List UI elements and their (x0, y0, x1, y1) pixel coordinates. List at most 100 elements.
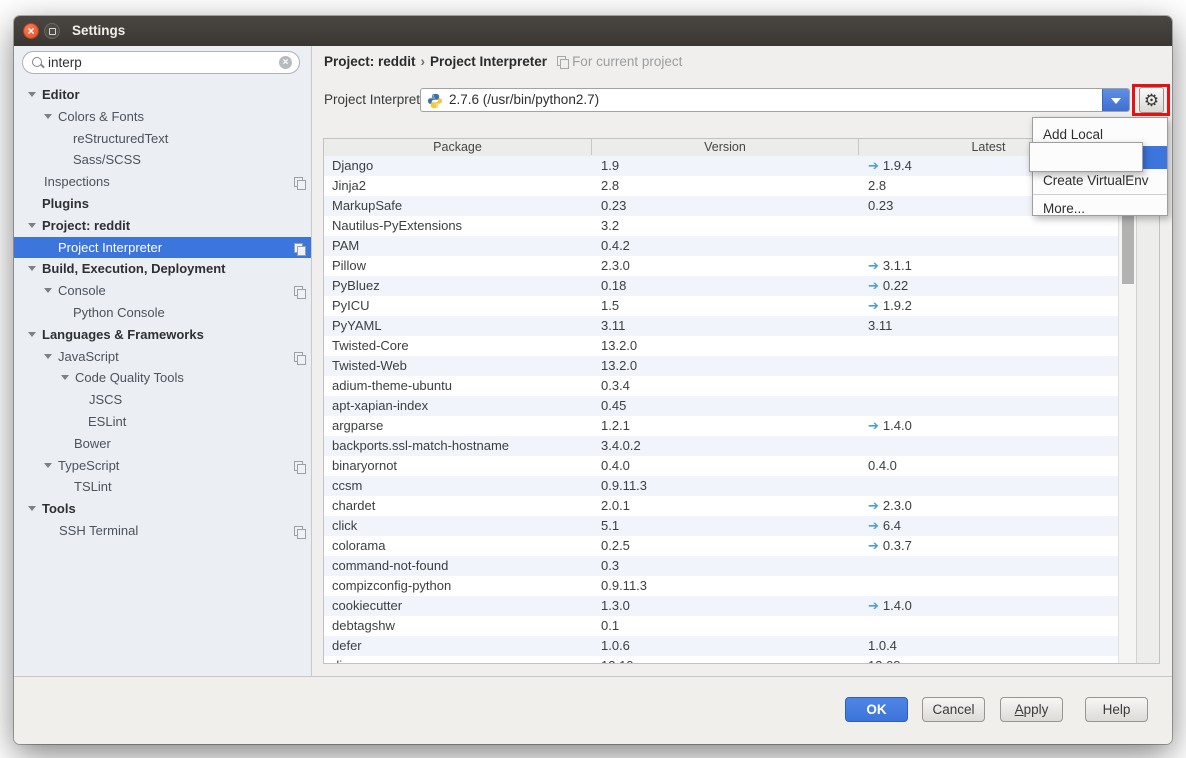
sidebar-item-languages-frameworks[interactable]: Languages & Frameworks (14, 324, 311, 346)
latest-cell: ➔1.9.2 (868, 296, 912, 317)
menu-item-create-virtualenv[interactable]: Create VirtualEnv (1033, 169, 1167, 192)
maximize-window-icon[interactable] (44, 23, 60, 39)
table-row[interactable]: PAM0.4.2 (324, 236, 1118, 256)
table-row[interactable]: cookiecutter1.3.0➔1.4.0 (324, 596, 1118, 616)
table-row[interactable]: debtagshw0.1 (324, 616, 1118, 636)
expand-arrow-icon[interactable] (28, 266, 36, 271)
table-row[interactable]: click5.1➔6.4 (324, 516, 1118, 536)
sidebar-item-project-interpreter[interactable]: Project Interpreter (14, 237, 311, 259)
table-row[interactable]: backports.ssl-match-hostname3.4.0.2 (324, 436, 1118, 456)
latest-cell: ➔1.4.0 (868, 596, 912, 617)
table-row[interactable]: Django1.9➔1.9.4 (324, 156, 1118, 176)
breadcrumb-note: For current project (572, 54, 682, 69)
sidebar-item-ssh-terminal[interactable]: SSH Terminal (14, 520, 311, 542)
search-input[interactable]: interp (48, 52, 82, 73)
sidebar-item-bower[interactable]: Bower (14, 433, 311, 455)
version-cell: 1.5 (601, 296, 619, 316)
expand-arrow-icon[interactable] (61, 375, 69, 380)
sidebar-item-plugins[interactable]: Plugins (14, 193, 311, 215)
menu-item-add-local[interactable]: Add Local (1033, 123, 1167, 146)
table-row[interactable]: chardet2.0.1➔2.3.0 (324, 496, 1118, 516)
combo-dropdown-arrow-icon[interactable] (1102, 89, 1129, 111)
expand-arrow-icon[interactable] (28, 92, 36, 97)
sidebar-item-build-execution-deployment[interactable]: Build, Execution, Deployment (14, 258, 311, 280)
package-name-cell: PyYAML (332, 316, 382, 336)
table-scrollbar[interactable] (1118, 156, 1137, 663)
expand-arrow-icon[interactable] (28, 332, 36, 337)
override-copy-icon (294, 461, 303, 471)
table-body: Django1.9➔1.9.4Jinja22.82.8MarkupSafe0.2… (324, 156, 1118, 664)
cancel-button[interactable]: Cancel (922, 697, 985, 722)
table-row[interactable]: MarkupSafe0.230.23 (324, 196, 1118, 216)
table-row[interactable]: command-not-found0.3 (324, 556, 1118, 576)
table-row[interactable]: PyICU1.5➔1.9.2 (324, 296, 1118, 316)
table-row[interactable]: Twisted-Core13.2.0 (324, 336, 1118, 356)
table-row[interactable]: Jinja22.82.8 (324, 176, 1118, 196)
apply-button[interactable]: Apply (1000, 697, 1063, 722)
interpreter-select[interactable]: 2.7.6 (/usr/bin/python2.7) (420, 88, 1130, 112)
expand-arrow-icon[interactable] (44, 463, 52, 468)
sidebar-item-restructuredtext[interactable]: reStructuredText (14, 128, 311, 150)
sidebar-item-javascript[interactable]: JavaScript (14, 346, 311, 368)
table-row[interactable]: Nautilus-PyExtensions3.2 (324, 216, 1118, 236)
table-row[interactable]: binaryornot0.4.00.4.0 (324, 456, 1118, 476)
latest-cell: ➔2.3.0 (868, 496, 912, 517)
table-row[interactable]: PyBluez0.18➔0.22 (324, 276, 1118, 296)
expand-arrow-icon[interactable] (44, 288, 52, 293)
sidebar-item-label: Editor (42, 87, 80, 102)
table-row[interactable]: defer1.0.61.0.4 (324, 636, 1118, 656)
table-row[interactable]: apt-xapian-index0.45 (324, 396, 1118, 416)
package-name-cell: argparse (332, 416, 383, 436)
table-row[interactable]: colorama0.2.5➔0.3.7 (324, 536, 1118, 556)
table-row[interactable]: ccsm0.9.11.3 (324, 476, 1118, 496)
interpreter-value: 2.7.6 (/usr/bin/python2.7) (449, 89, 599, 111)
expand-arrow-icon[interactable] (44, 354, 52, 359)
gear-button[interactable]: ⚙ (1139, 87, 1164, 113)
sidebar-item-console[interactable]: Console (14, 280, 311, 302)
sidebar-item-inspections[interactable]: Inspections (14, 171, 311, 193)
sidebar-item-sass-scss[interactable]: Sass/SCSS (14, 149, 311, 171)
clear-search-icon[interactable] (279, 56, 292, 69)
table-row[interactable]: compizconfig-python0.9.11.3 (324, 576, 1118, 596)
table-row[interactable]: argparse1.2.1➔1.4.0 (324, 416, 1118, 436)
close-window-icon[interactable] (23, 23, 39, 39)
sidebar-item-tslint[interactable]: TSLint (14, 476, 311, 498)
sidebar-item-colors-fonts[interactable]: Colors & Fonts (14, 106, 311, 128)
ok-button[interactable]: OK (845, 697, 908, 722)
sidebar-item-typescript[interactable]: TypeScript (14, 455, 311, 477)
version-cell: 2.8 (601, 176, 619, 196)
gear-icon: ⚙ (1140, 89, 1163, 113)
breadcrumb-page: Project Interpreter (430, 54, 547, 69)
table-row[interactable]: dirspec13.1013.08 (324, 656, 1118, 664)
table-row[interactable]: adium-theme-ubuntu0.3.4 (324, 376, 1118, 396)
package-name-cell: command-not-found (332, 556, 448, 576)
settings-search-field[interactable]: interp (22, 51, 300, 74)
table-row[interactable]: Twisted-Web13.2.0 (324, 356, 1118, 376)
column-header-package[interactable]: Package (324, 139, 592, 155)
sidebar-item-jscs[interactable]: JSCS (14, 389, 311, 411)
column-header-version[interactable]: Version (592, 139, 859, 155)
menu-item-more[interactable]: More... (1033, 197, 1167, 220)
package-name-cell: Twisted-Core (332, 336, 409, 356)
scrollbar-thumb[interactable] (1122, 216, 1134, 284)
menu-item-add-remote[interactable]: Add Remote (1033, 146, 1167, 169)
package-name-cell: Twisted-Web (332, 356, 407, 376)
sidebar-item-eslint[interactable]: ESLint (14, 411, 311, 433)
sidebar-item-tools[interactable]: Tools (14, 498, 311, 520)
search-icon (32, 57, 42, 67)
expand-arrow-icon[interactable] (44, 114, 52, 119)
sidebar-item-python-console[interactable]: Python Console (14, 302, 311, 324)
title-bar[interactable]: Settings (14, 16, 1172, 47)
expand-arrow-icon[interactable] (28, 223, 36, 228)
table-row[interactable]: PyYAML3.113.11 (324, 316, 1118, 336)
expand-arrow-icon[interactable] (28, 506, 36, 511)
package-name-cell: Jinja2 (332, 176, 366, 196)
help-button[interactable]: Help (1085, 697, 1148, 722)
sidebar-item-editor[interactable]: Editor (14, 84, 311, 106)
sidebar-item-project-reddit[interactable]: Project: reddit (14, 215, 311, 237)
table-header[interactable]: Package Version Latest (324, 139, 1136, 157)
package-name-cell: cookiecutter (332, 596, 402, 616)
version-cell: 0.1 (601, 616, 619, 636)
table-row[interactable]: Pillow2.3.0➔3.1.1 (324, 256, 1118, 276)
sidebar-item-code-quality-tools[interactable]: Code Quality Tools (14, 367, 311, 389)
